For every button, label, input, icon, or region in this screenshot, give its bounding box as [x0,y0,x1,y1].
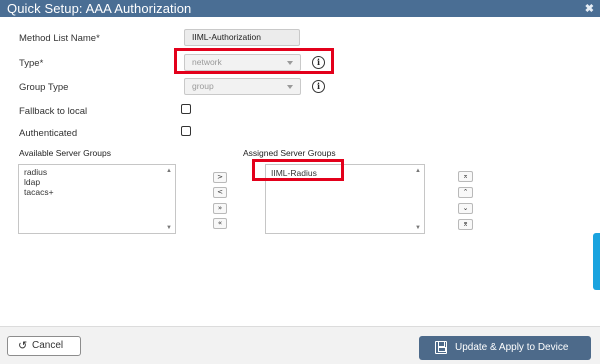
list-item[interactable]: ldap [24,177,54,187]
type-label: Type* [19,58,44,69]
move-down-button[interactable]: ⌄ [458,203,473,214]
group-type-select-value: group [192,81,214,91]
list-item[interactable]: radius [24,167,54,177]
update-apply-button[interactable]: Update & Apply to Device [419,336,591,360]
update-apply-button-label: Update & Apply to Device [455,342,569,353]
move-all-right-button[interactable]: » [213,203,227,214]
title-bar: Quick Setup: AAA Authorization ✖ [0,0,600,17]
group-type-select[interactable]: group [184,78,301,95]
available-groups-items: radius ldap tacacs+ [24,167,54,197]
move-top-button[interactable]: ⌅ [458,171,473,182]
undo-icon: ↺ [18,339,28,352]
cancel-button-label: Cancel [32,340,64,351]
fallback-checkbox[interactable] [181,104,191,114]
move-bottom-button[interactable]: ⌆ [458,219,473,230]
scroll-up-icon[interactable]: ▲ [166,168,172,174]
authenticated-checkbox[interactable] [181,126,191,136]
assigned-groups-label: Assigned Server Groups [243,148,336,158]
move-left-button[interactable]: < [213,187,227,198]
move-all-left-button[interactable]: « [213,218,227,229]
scroll-up-icon[interactable]: ▲ [415,168,421,174]
method-list-name-input[interactable]: IIML-Authorization [184,29,300,46]
scroll-down-icon[interactable]: ▼ [166,225,172,231]
dialog-footer: ↺ Cancel Update & Apply to Device [0,326,600,364]
authenticated-label: Authenticated [19,128,78,139]
available-groups-list[interactable]: radius ldap tacacs+ ▲ ▼ [18,164,176,234]
move-up-button[interactable]: ⌃ [458,187,473,198]
available-groups-label: Available Server Groups [19,148,111,158]
type-highlight-box [174,48,334,74]
close-icon[interactable]: ✖ [585,2,594,15]
list-item[interactable]: tacacs+ [24,187,54,197]
assigned-highlight-box [252,159,344,181]
scroll-down-icon[interactable]: ▼ [415,225,421,231]
save-icon [435,341,447,354]
group-type-label: Group Type [19,82,69,93]
cancel-button[interactable]: ↺ Cancel [7,336,81,356]
method-list-name-label: Method List Name* [19,33,100,44]
group-type-info-icon[interactable]: i [312,80,325,93]
fallback-label: Fallback to local [19,106,88,117]
move-right-button[interactable]: > [213,172,227,183]
side-panel-tab[interactable] [593,233,600,290]
chevron-down-icon [287,85,293,89]
dialog-title: Quick Setup: AAA Authorization [7,1,192,16]
